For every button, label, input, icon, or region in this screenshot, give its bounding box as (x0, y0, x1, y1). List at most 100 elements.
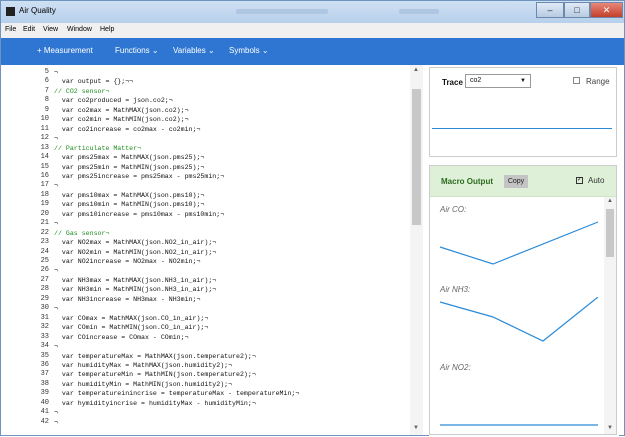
line-number: 26 (40, 266, 49, 275)
code-line[interactable]: var NH3max = MathMAX(json.NH3_in_air);¬ (54, 277, 216, 285)
code-line[interactable]: var co2increase = co2max - co2min;¬ (54, 126, 201, 134)
code-editor[interactable]: 5 6 7 8 9 10 11 12 13 14 15 16 17 18 19 20 21 22 23 24 25 26 2… (31, 65, 423, 435)
code-line[interactable]: var COincrease = COmax - COmin;¬ (54, 334, 189, 342)
maximize-button[interactable]: □ (564, 2, 590, 18)
code-line[interactable]: var co2produced = json.co2;¬ (54, 97, 173, 105)
code-line[interactable]: var co2min = MathMIN(json.co2);¬ (54, 116, 189, 124)
code-line[interactable]: var NO2max = MathMAX(json.NO2_in_air);¬ (54, 239, 216, 247)
close-button[interactable]: ✕ (590, 2, 623, 18)
line-number: 24 (40, 247, 49, 256)
code-line[interactable]: var NH3min = MathMIN(json.NH3_in_air);¬ (54, 286, 216, 294)
menu-file[interactable]: File (5, 26, 16, 33)
code-line[interactable]: var co2max = MathMAX(json.co2);¬ (54, 107, 189, 115)
app-window: Air Quality – □ ✕ File Edit View Window … (0, 0, 625, 437)
code-line[interactable]: ¬ (54, 343, 58, 351)
symbols-menu[interactable]: Symbols ⌄ (229, 46, 269, 55)
code-line[interactable]: var pms25max = MathMAX(json.pms25);¬ (54, 154, 204, 162)
line-number: 28 (40, 285, 49, 294)
macro-scroll-down-icon[interactable]: ▼ (607, 425, 613, 431)
code-line[interactable]: var COmin = MathMIN(json.CO_in_air);¬ (54, 324, 208, 332)
line-number: 34 (40, 342, 49, 351)
no2-sparkline (440, 424, 598, 426)
code-line[interactable]: ¬ (54, 409, 58, 417)
trace-select[interactable]: co2 ▼ (465, 74, 531, 88)
window-title: Air Quality (19, 6, 56, 15)
menu-bar: File Edit View Window Help (1, 23, 624, 38)
range-checkbox[interactable] (573, 77, 580, 84)
macro-scroll-up-icon[interactable]: ▲ (607, 198, 613, 204)
code-line[interactable]: var pms25min = MathMIN(json.pms25);¬ (54, 164, 204, 172)
code-line[interactable]: var NH3increase = NH3max - NH3min;¬ (54, 296, 201, 304)
code-line[interactable]: var NO2increase = NO2max - NO2min;¬ (54, 258, 201, 266)
code-line[interactable]: var temperatureMax = MathMAX(json.temper… (54, 353, 256, 361)
macro-output-panel: Macro Output Copy ✓ Auto Air CO: Air NH3… (429, 165, 617, 435)
line-number: 35 (40, 351, 49, 360)
code-line[interactable]: var humidityMin = MathMIN(json.humidity2… (54, 381, 232, 389)
scroll-up-icon[interactable]: ▲ (413, 67, 419, 73)
code-line[interactable]: ¬ (54, 220, 58, 228)
code-line[interactable]: var pms10min = MathMIN(json.pms10);¬ (54, 201, 204, 209)
title-bar: Air Quality – □ ✕ (1, 1, 624, 23)
code-line[interactable]: var temperatureMin = MathMIN(json.temper… (54, 371, 256, 379)
add-measurement-button[interactable]: + Measurement (37, 46, 93, 55)
code-line[interactable]: ¬ (54, 69, 58, 77)
menu-window[interactable]: Window (67, 26, 92, 33)
code-line[interactable]: var pms10increase = pms10max - pms10min;… (54, 211, 224, 219)
copy-button[interactable]: Copy (504, 175, 528, 188)
code-line[interactable]: ¬ (54, 419, 58, 427)
line-number: 7 (44, 86, 49, 95)
trace-plot-line (432, 128, 612, 129)
macro-scroll-thumb[interactable] (606, 209, 614, 257)
trace-selected-value: co2 (470, 77, 482, 84)
line-number: 36 (40, 360, 49, 369)
code-line[interactable]: var humidityMax = MathMAX(json.humidity2… (54, 362, 232, 370)
code-line[interactable]: // Gas sensor¬ (54, 230, 109, 238)
line-number: 40 (40, 398, 49, 407)
toolbar: + Measurement Functions ⌄ Variables ⌄ Sy… (1, 38, 624, 65)
line-number: 38 (40, 379, 49, 388)
line-number: 29 (40, 294, 49, 303)
right-panel: Trace co2 ▼ Range Macro Output Copy ✓ Au… (429, 65, 619, 437)
code-line[interactable]: ¬ (54, 305, 58, 313)
line-number: 19 (40, 200, 49, 209)
code-line[interactable]: var pms25increase = pms25max - pms25min;… (54, 173, 224, 181)
menu-help[interactable]: Help (100, 26, 114, 33)
functions-menu[interactable]: Functions ⌄ (115, 46, 159, 55)
scroll-down-icon[interactable]: ▼ (413, 425, 419, 431)
code-line[interactable]: var COmax = MathMAX(json.CO_in_air);¬ (54, 315, 208, 323)
macro-output-body: Air CO: Air NH3: Air NO2: (430, 197, 616, 434)
code-line[interactable]: // Particulate Matter¬ (54, 145, 141, 153)
code-line[interactable]: ¬ (54, 267, 58, 275)
code-line[interactable]: var hymidityincrise = humidityMax - humi… (54, 400, 256, 408)
editor-scroll-thumb[interactable] (412, 89, 421, 225)
code-line[interactable]: var temperatureinincrise = temperatureMa… (54, 390, 299, 398)
editor-scrollbar[interactable]: ▲ ▼ (410, 65, 423, 435)
chart-label-nh3: Air NH3: (440, 285, 471, 294)
line-number: 5 (44, 68, 49, 76)
app-icon (6, 7, 15, 16)
code-line[interactable]: var pms10max = MathMAX(json.pms10);¬ (54, 192, 204, 200)
code-line[interactable]: ¬ (54, 135, 58, 143)
line-number: 17 (40, 181, 49, 190)
code-line[interactable]: // CO2 sensor¬ (54, 88, 109, 96)
chart-label-no2: Air NO2: (440, 363, 471, 372)
minimize-button[interactable]: – (536, 2, 564, 18)
code-line[interactable]: ¬ (54, 182, 58, 190)
line-number: 37 (40, 370, 49, 379)
variables-menu[interactable]: Variables ⌄ (173, 46, 215, 55)
line-number: 31 (40, 313, 49, 322)
menu-view[interactable]: View (43, 26, 58, 33)
line-number: 39 (40, 389, 49, 398)
blurred-date-text (399, 9, 439, 14)
line-number: 8 (44, 96, 49, 105)
menu-edit[interactable]: Edit (23, 26, 35, 33)
code-line[interactable]: var output = {};¬¬ (54, 78, 133, 86)
line-number: 18 (40, 190, 49, 199)
macro-scrollbar[interactable]: ▲ ▼ (604, 197, 616, 434)
line-number: 25 (40, 257, 49, 265)
auto-checkbox[interactable]: ✓ (576, 177, 583, 184)
line-number: 9 (44, 105, 49, 114)
chart-label-co: Air CO: (440, 205, 467, 214)
code-line[interactable]: var NO2min = MathMIN(json.NO2_in_air);¬ (54, 249, 216, 257)
line-number: 42 (40, 417, 49, 426)
